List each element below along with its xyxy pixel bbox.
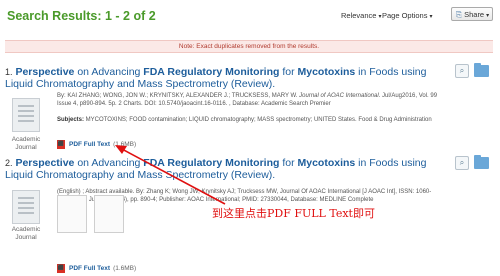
chevron-down-icon: ▾	[486, 13, 490, 19]
pdf-size: (1.6MB)	[113, 265, 137, 273]
thumbnail[interactable]	[57, 195, 87, 233]
title-part: Mycotoxins	[297, 66, 356, 78]
result-number: 2.	[5, 158, 13, 168]
preview-icon[interactable]: ⌕	[455, 156, 469, 170]
title-part: on Advancing	[74, 157, 144, 169]
share-button[interactable]: ⎘ Share ▾	[451, 7, 493, 21]
pdf-full-text-label: PDF Full Text	[69, 265, 111, 273]
relevance-dropdown[interactable]: Relevance ▾	[341, 11, 381, 20]
pdf-icon: ⬛	[57, 140, 65, 149]
preview-icon[interactable]: ⌕	[455, 64, 469, 78]
pdf-full-text-link[interactable]: ⬛ PDF Full Text (1.6MB)	[57, 264, 136, 273]
title-part: Mycotoxins	[297, 157, 356, 169]
result-number: 1.	[5, 67, 13, 77]
subjects-text: MYCOTOXINS; FOOD contamination; LIQUID c…	[84, 117, 432, 123]
annotation-text: 到这里点击PDF FULL Text即可	[212, 207, 375, 220]
title-part: on Advancing	[74, 66, 144, 78]
share-label: Share	[464, 10, 485, 19]
publication-type: Academic Journal	[11, 226, 41, 241]
result-actions: ⌕	[455, 155, 491, 170]
publication-type: Academic Journal	[11, 136, 41, 151]
result-subjects: Subjects: MYCOTOXINS; FOOD contamination…	[57, 116, 443, 124]
thumbnail[interactable]	[94, 195, 124, 233]
meta-authors: By: KAI ZHANG; WONG, JON W.; KRYNITSKY, …	[57, 93, 300, 99]
pdf-icon: ⬛	[57, 264, 65, 273]
title-part: FDA Regulatory Monitoring	[143, 157, 280, 169]
page-options-label: Page Options	[382, 11, 428, 20]
folder-icon[interactable]	[474, 63, 489, 77]
result-meta: By: KAI ZHANG; WONG, JON W.; KRYNITSKY, …	[57, 92, 443, 108]
chevron-down-icon: ▾	[429, 14, 433, 20]
journal-icon	[12, 190, 40, 224]
result-title-link[interactable]: 1. Perspective on Advancing FDA Regulato…	[5, 66, 445, 90]
title-part: Perspective	[15, 157, 75, 169]
page-options-dropdown[interactable]: Page Options ▾	[382, 11, 432, 20]
folder-icon[interactable]	[474, 155, 489, 169]
journal-icon	[12, 98, 40, 132]
title-part: Perspective	[15, 66, 75, 78]
relevance-label: Relevance	[341, 11, 377, 20]
title-part: for	[279, 66, 298, 78]
result-actions: ⌕	[455, 63, 491, 78]
share-icon: ⎘	[456, 10, 462, 19]
search-results-title: Search Results: 1 - 2 of 2	[7, 9, 156, 23]
meta-journal: Journal of AOAC International	[299, 93, 379, 99]
pdf-full-text-link[interactable]: ⬛ PDF Full Text (1.6MB)	[57, 140, 136, 149]
title-part: FDA Regulatory Monitoring	[143, 66, 280, 78]
result-title-link[interactable]: 2. Perspective on Advancing FDA Regulato…	[5, 157, 445, 181]
subjects-label: Subjects:	[57, 117, 85, 123]
duplicates-notice: Note: Exact duplicates removed from the …	[5, 40, 493, 53]
pdf-size: (1.6MB)	[113, 141, 137, 149]
toolbar: Search Results: 1 - 2 of 2 Relevance ▾ Pa…	[0, 0, 500, 32]
pdf-full-text-label: PDF Full Text	[69, 141, 111, 149]
title-part: for	[279, 157, 298, 169]
